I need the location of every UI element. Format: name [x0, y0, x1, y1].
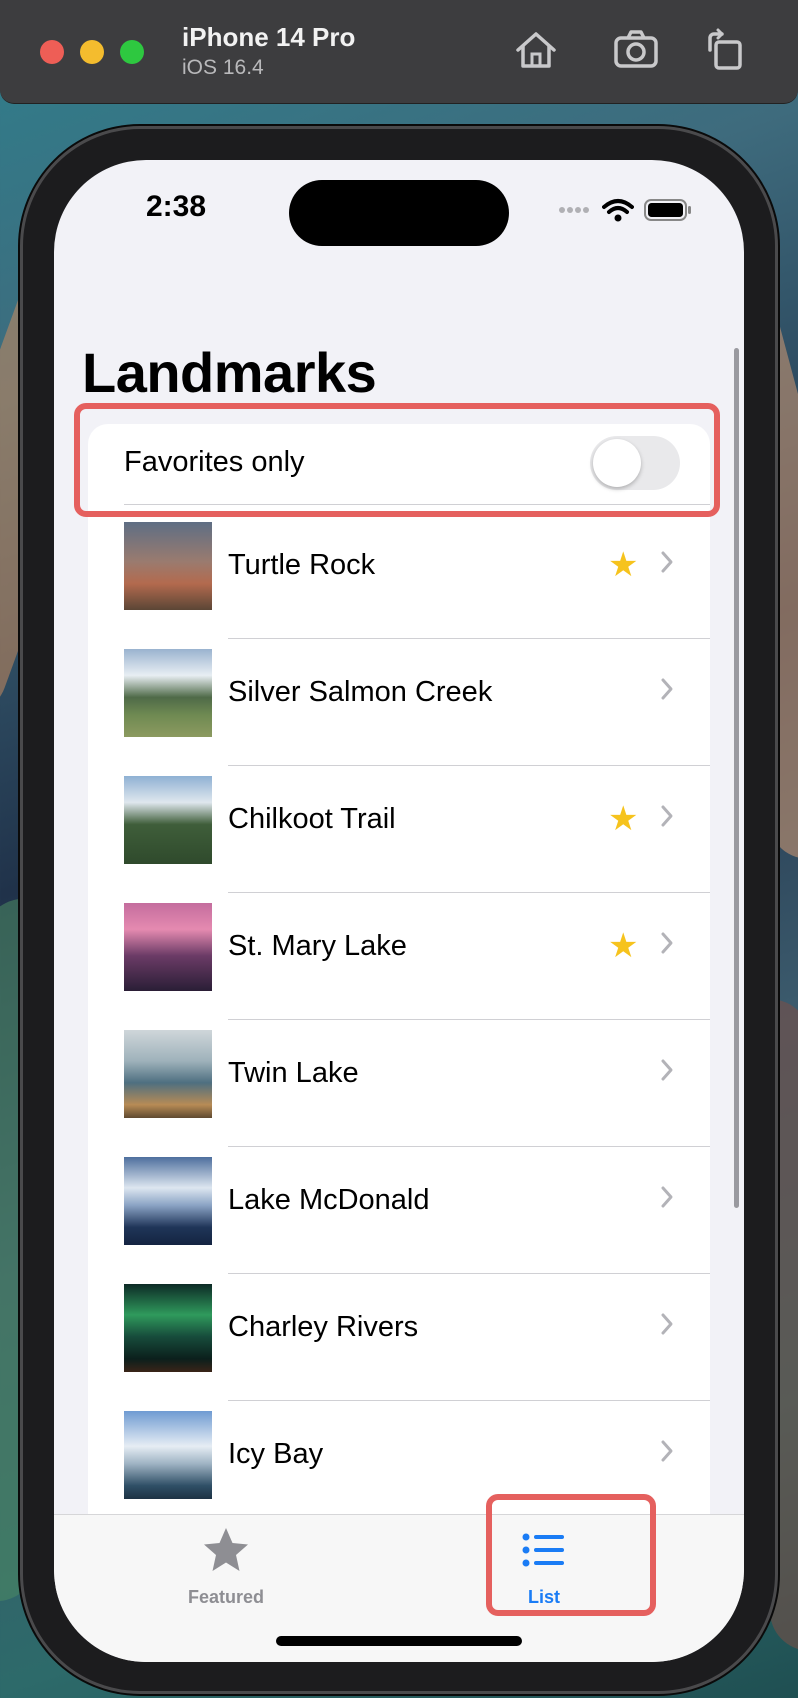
home-indicator[interactable]	[276, 1636, 522, 1646]
landmark-name: Twin Lake	[228, 1057, 359, 1089]
landmark-thumbnail	[124, 776, 212, 864]
iphone-screen: 2:38 Landmarks Favorites only Turtle Roc…	[54, 160, 744, 1662]
home-icon[interactable]	[512, 26, 560, 74]
star-icon	[204, 1528, 248, 1571]
scroll-indicator	[734, 348, 739, 1208]
landmark-name: Turtle Rock	[228, 549, 376, 581]
chevron-right-icon	[661, 1313, 673, 1335]
chevron-right-icon	[661, 805, 673, 827]
close-window-button[interactable]	[40, 40, 64, 64]
landmark-thumbnail	[124, 1284, 212, 1372]
simulator-title-bar: iPhone 14 Pro iOS 16.4	[0, 0, 798, 104]
landmark-thumbnail	[124, 1030, 212, 1118]
chevron-right-icon	[661, 932, 673, 954]
minimize-window-button[interactable]	[80, 40, 104, 64]
landmark-name: St. Mary Lake	[228, 930, 407, 962]
chevron-right-icon	[661, 1186, 673, 1208]
status-bar-indicators	[558, 198, 692, 222]
chevron-right-icon	[661, 678, 673, 700]
wifi-icon	[602, 199, 634, 222]
landmark-row[interactable]: Charley Rivers	[88, 1274, 710, 1401]
device-os-version: iOS 16.4	[182, 56, 264, 79]
favorites-toggle-highlight	[74, 403, 720, 517]
chevron-right-icon	[661, 1059, 673, 1081]
landmark-name: Lake McDonald	[228, 1184, 430, 1216]
landmark-thumbnail	[124, 1411, 212, 1499]
chevron-right-icon	[661, 1440, 673, 1462]
chevron-right-icon	[661, 551, 673, 573]
zoom-window-button[interactable]	[120, 40, 144, 64]
battery-icon	[644, 199, 691, 221]
favorite-star-icon: ★	[608, 800, 639, 838]
landmark-row[interactable]: Chilkoot Trail ★	[88, 766, 710, 893]
landmark-thumbnail	[124, 522, 212, 610]
landmark-name: Silver Salmon Creek	[228, 676, 493, 708]
device-name: iPhone 14 Pro	[182, 22, 356, 52]
landmark-row[interactable]: Lake McDonald	[88, 1147, 710, 1274]
landmark-name: Icy Bay	[228, 1438, 324, 1470]
favorite-star-icon: ★	[608, 546, 639, 584]
landmark-thumbnail	[124, 1157, 212, 1245]
landmark-list: Favorites only Turtle Rock ★ Silver Salmon…	[88, 424, 710, 1624]
list-tab-highlight	[486, 1494, 656, 1616]
tab-featured[interactable]: Featured	[156, 1525, 296, 1607]
landmark-row[interactable]: Turtle Rock ★	[88, 512, 710, 639]
landmark-row[interactable]: Silver Salmon Creek	[88, 639, 710, 766]
favorite-star-icon: ★	[608, 927, 639, 965]
landmark-row[interactable]: Twin Lake	[88, 1020, 710, 1147]
landmark-name: Charley Rivers	[228, 1311, 419, 1343]
rotate-icon[interactable]	[702, 26, 750, 74]
landmark-thumbnail	[124, 649, 212, 737]
landmark-name: Chilkoot Trail	[228, 803, 396, 835]
landmark-thumbnail	[124, 903, 212, 991]
screenshot-icon[interactable]	[612, 26, 660, 74]
status-bar-time: 2:38	[146, 190, 207, 223]
cellular-signal-icon	[559, 207, 589, 213]
landmark-row[interactable]: St. Mary Lake ★	[88, 893, 710, 1020]
page-title: Landmarks	[82, 341, 377, 404]
dynamic-island	[289, 180, 509, 246]
tab-featured-label: Featured	[187, 1587, 265, 1607]
